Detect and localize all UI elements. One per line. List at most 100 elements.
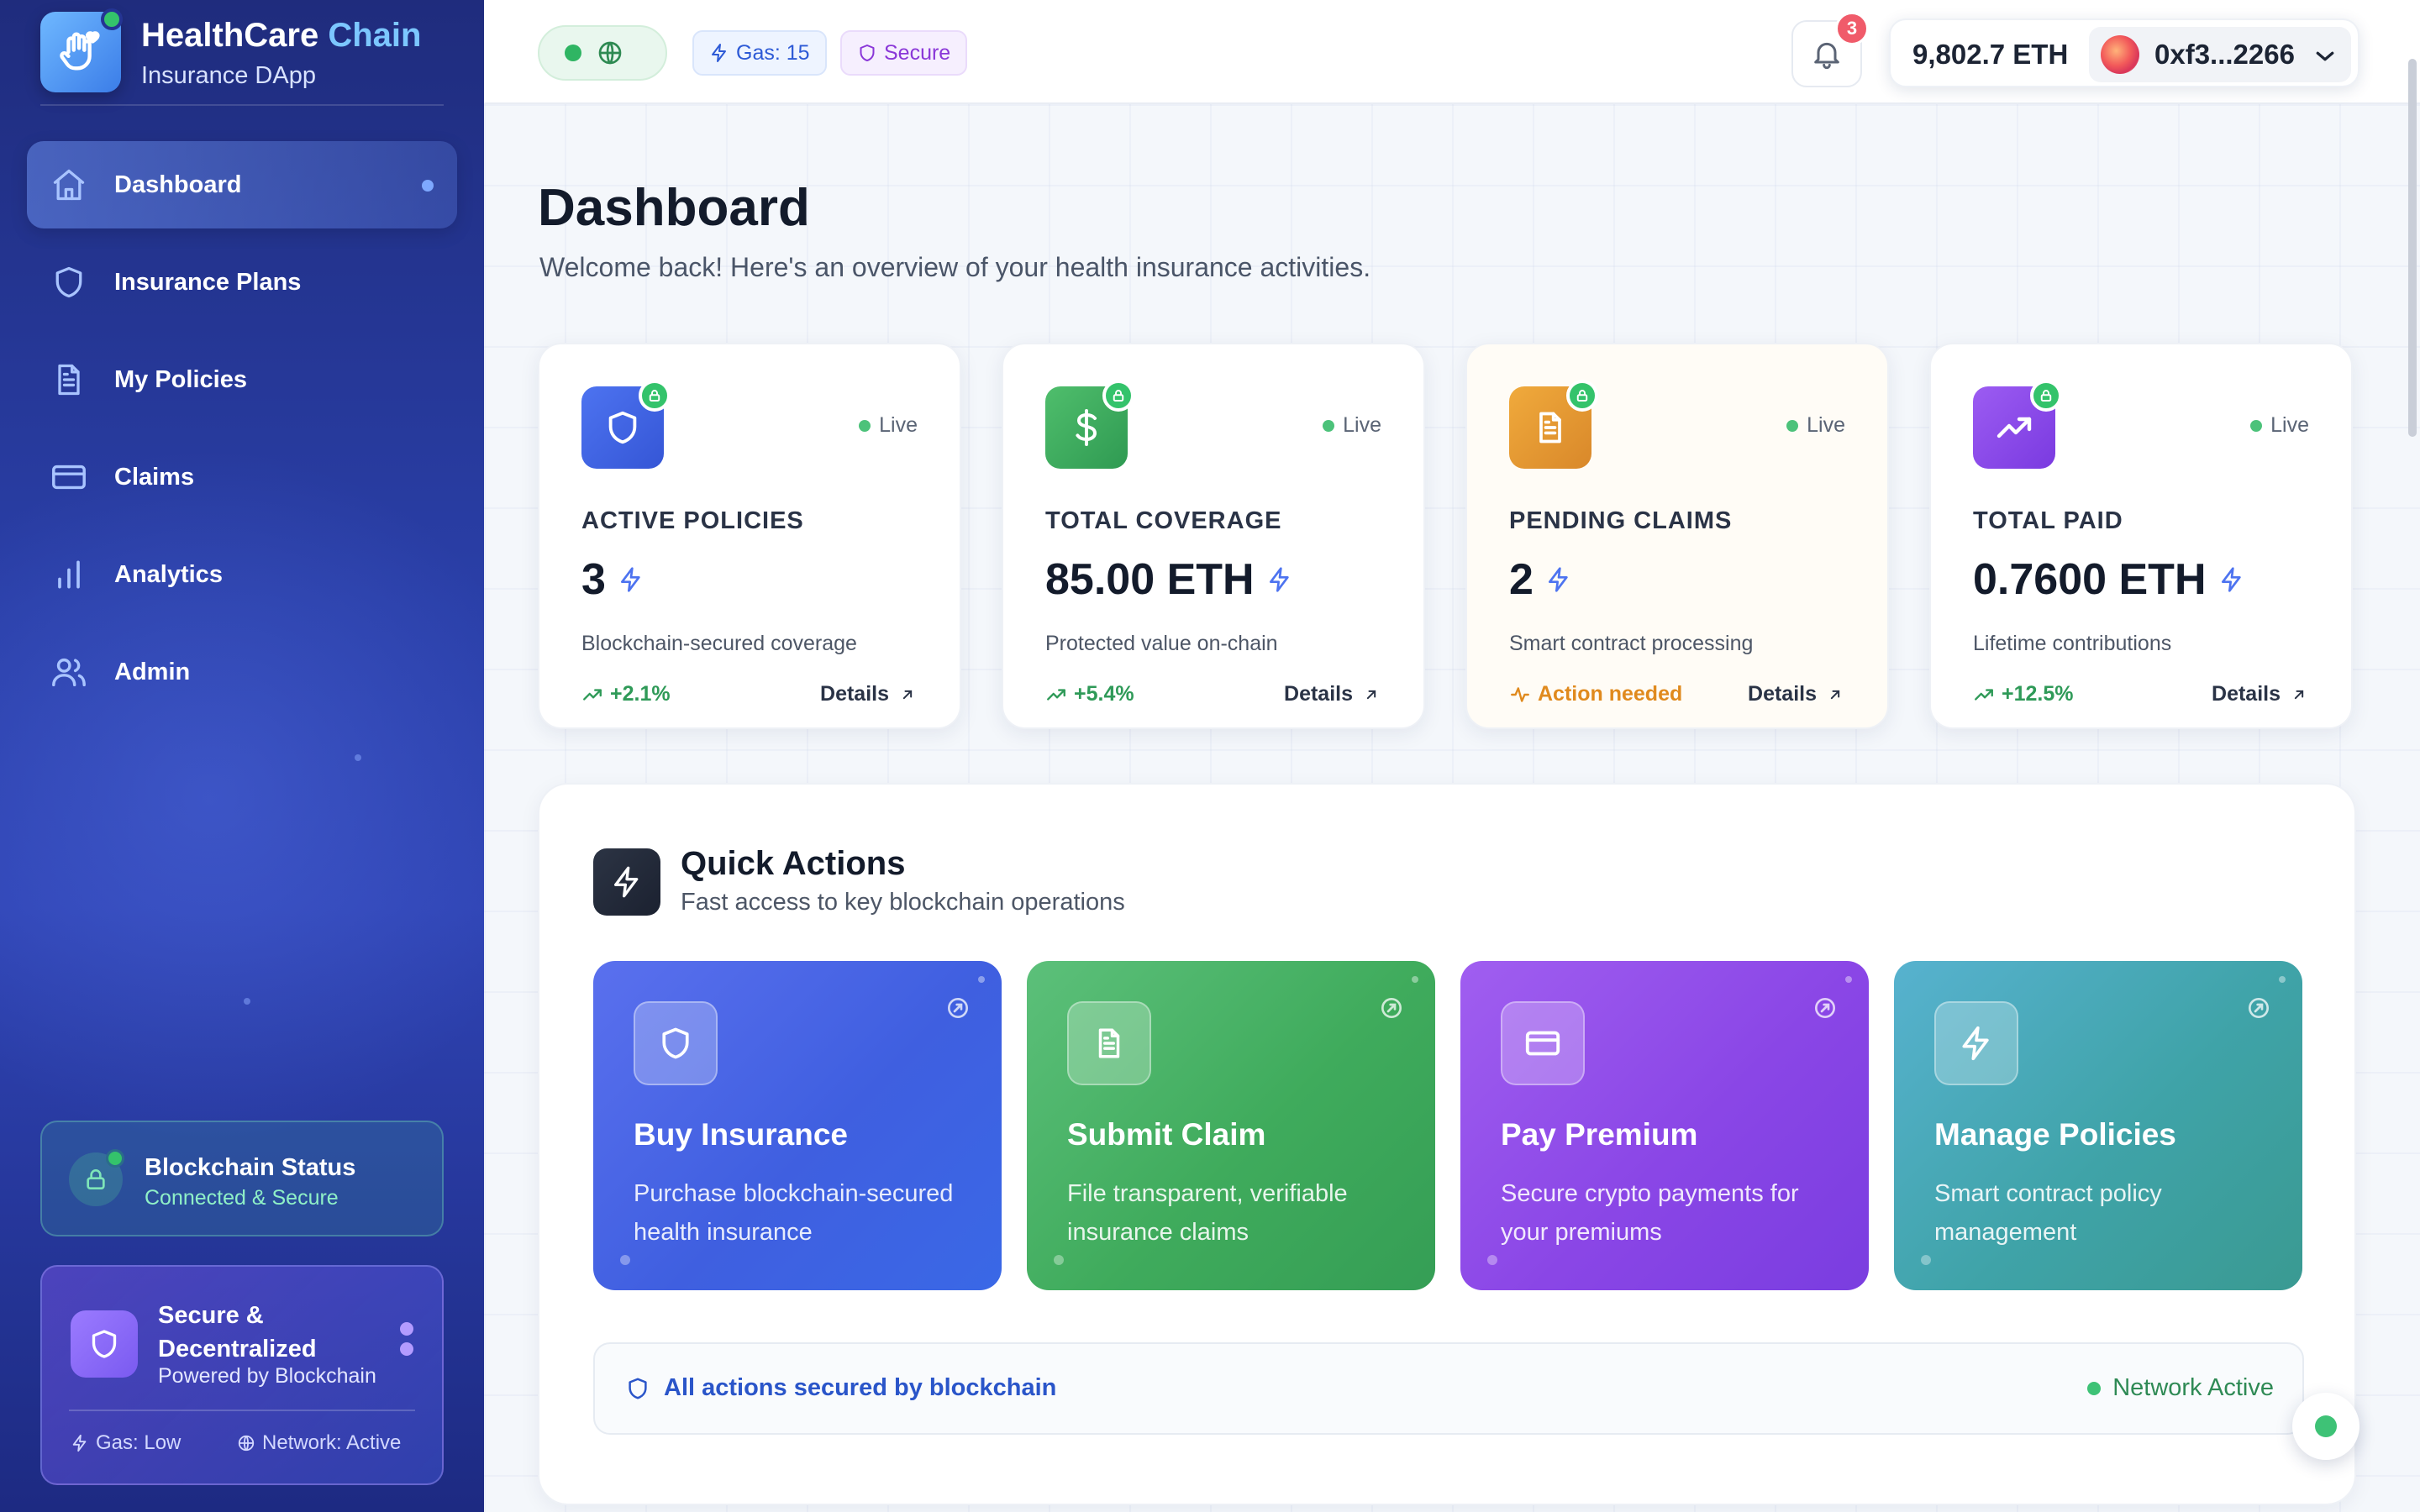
buy-insurance-button[interactable]: Buy Insurance Purchase blockchain-secure… — [593, 961, 1002, 1290]
activity-icon — [1511, 686, 1529, 702]
gas-label: Gas: 15 — [736, 40, 810, 65]
stat-value-text: 85.00 ETH — [1045, 555, 1255, 604]
blocked-link-icon — [2249, 998, 2269, 1018]
manage-policies-button[interactable]: Manage Policies Smart contract policy ma… — [1894, 961, 2302, 1290]
sidebar-item-claims[interactable]: Claims — [27, 433, 457, 521]
status-indicator — [106, 1149, 124, 1168]
lightning-icon — [593, 848, 660, 916]
arrow-up-right-icon — [902, 690, 913, 699]
sidebar-item-label: Insurance Plans — [114, 268, 302, 296]
stat-trend: +12.5% — [1973, 682, 2074, 706]
sidebar-item-dashboard[interactable]: Dashboard — [27, 141, 457, 228]
live-label: Live — [879, 413, 918, 437]
action-title: Submit Claim — [1067, 1117, 1266, 1152]
lightning-icon — [72, 1434, 87, 1452]
blocked-link-icon — [1381, 998, 1402, 1018]
stat-value-text: 2 — [1509, 555, 1534, 604]
stat-description: Blockchain-secured coverage — [581, 632, 857, 655]
decor-dot — [1845, 976, 1852, 983]
sidebar-item-my-policies[interactable]: My Policies — [27, 336, 457, 423]
page-title: Dashboard — [538, 179, 810, 237]
brand[interactable]: HealthCare Chain Insurance DApp — [40, 8, 444, 106]
shield-icon — [629, 1378, 647, 1399]
trend-up-icon — [1975, 688, 1993, 701]
lightning-icon — [1934, 1001, 2018, 1085]
sidebar-item-insurance-plans[interactable]: Insurance Plans — [27, 239, 457, 326]
lightning-icon — [1269, 567, 1289, 592]
decor-dot — [1487, 1255, 1497, 1265]
action-title: Manage Policies — [1934, 1117, 2176, 1152]
shield-icon — [49, 262, 89, 302]
stat-card-total-paid[interactable]: Live TOTAL PAID 0.7600 ETH Lifetime cont… — [1929, 343, 2353, 729]
action-title: Buy Insurance — [634, 1117, 848, 1152]
account-selector[interactable]: 0xf3...2266 — [2089, 27, 2351, 82]
chain-status-title: Blockchain Status — [145, 1154, 356, 1181]
wallet-address: 0xf3...2266 — [2154, 39, 2295, 70]
stat-description: Smart contract processing — [1509, 632, 1754, 655]
stat-value: 2 — [1509, 554, 1572, 605]
lightning-icon — [620, 567, 640, 592]
live-indicator: Live — [1323, 413, 1381, 438]
status-dots — [400, 1322, 413, 1362]
divider — [69, 1410, 415, 1411]
stat-trend: +5.4% — [1045, 682, 1134, 706]
action-description: File transparent, verifiable insurance c… — [1067, 1180, 1348, 1246]
scrollbar[interactable] — [2408, 59, 2417, 437]
secure-decentralized-card: Secure & Decentralized Powered by Blockc… — [40, 1265, 444, 1485]
credit-card-icon — [49, 457, 89, 497]
page-subtitle: Welcome back! Here's an overview of your… — [539, 252, 1371, 282]
bar-chart-icon — [49, 554, 89, 595]
live-label: Live — [2270, 413, 2309, 437]
stat-trend-value: +2.1% — [610, 682, 671, 706]
stat-description: Lifetime contributions — [1973, 632, 2172, 655]
arrow-up-right-icon — [2294, 690, 2304, 699]
sidebar-nav: Dashboard Insurance Plans My Policies Cl… — [27, 141, 457, 726]
blocked-link-icon — [948, 998, 968, 1018]
wallet-balance: 9,802.7 ETH — [1912, 39, 2069, 70]
stat-trend: +2.1% — [581, 682, 671, 706]
live-indicator: Live — [1786, 413, 1845, 438]
arrow-up-right-icon — [1366, 690, 1376, 699]
details-link[interactable]: Details — [820, 682, 916, 706]
network-status-label: Network: Active — [262, 1431, 402, 1454]
stat-card-pending-claims[interactable]: Live PENDING CLAIMS 2 Smart contract pro… — [1465, 343, 1889, 729]
stat-card-active-policies[interactable]: Live ACTIVE POLICIES 3 Blockchain-secure… — [538, 343, 961, 729]
decor-dot — [1412, 976, 1418, 983]
online-indicator — [101, 8, 123, 30]
details-link[interactable]: Details — [1748, 682, 1844, 706]
pay-premium-button[interactable]: Pay Premium Secure crypto payments for y… — [1460, 961, 1869, 1290]
shield-icon — [860, 45, 875, 61]
floating-status-button[interactable] — [2292, 1393, 2360, 1460]
stat-value: 85.00 ETH — [1045, 554, 1293, 605]
lock-icon — [1566, 380, 1598, 412]
users-icon — [49, 652, 89, 692]
brand-title-main: HealthCare — [141, 17, 319, 54]
lock-icon — [2030, 380, 2062, 412]
main-content: Dashboard Welcome back! Here's an overvi… — [484, 104, 2420, 1512]
stat-label: ACTIVE POLICIES — [581, 507, 804, 534]
sidebar-item-admin[interactable]: Admin — [27, 628, 457, 716]
brand-title-accent: Chain — [328, 17, 422, 54]
lock-icon — [639, 380, 671, 412]
details-label: Details — [2212, 682, 2281, 706]
stat-trend-value: +12.5% — [2002, 682, 2074, 706]
sidebar-item-analytics[interactable]: Analytics — [27, 531, 457, 618]
chain-status-subtitle: Connected & Secure — [145, 1186, 339, 1210]
document-icon — [1067, 1001, 1151, 1085]
wallet-widget[interactable]: 9,802.7 ETH 0xf3...2266 — [1889, 18, 2360, 87]
stat-value-text: 0.7600 ETH — [1973, 555, 2207, 604]
secure-card-subtitle: Powered by Blockchain — [158, 1364, 376, 1388]
details-link[interactable]: Details — [1284, 682, 1380, 706]
decor-dot — [620, 1255, 630, 1265]
network-active-text: Network Active — [2112, 1374, 2274, 1401]
stat-card-total-coverage[interactable]: Live TOTAL COVERAGE 85.00 ETH Protected … — [1002, 343, 1425, 729]
secure-badge: Secure — [840, 30, 968, 76]
stat-trend-value: Action needed — [1538, 682, 1683, 706]
trend-up-icon — [583, 688, 602, 701]
details-label: Details — [1748, 682, 1817, 706]
details-link[interactable]: Details — [2212, 682, 2307, 706]
quick-actions-panel: Quick Actions Fast access to key blockch… — [538, 783, 2356, 1505]
submit-claim-button[interactable]: Submit Claim File transparent, verifiabl… — [1027, 961, 1435, 1290]
network-indicator[interactable] — [538, 25, 667, 81]
action-description: Secure crypto payments for your premiums — [1501, 1180, 1799, 1246]
